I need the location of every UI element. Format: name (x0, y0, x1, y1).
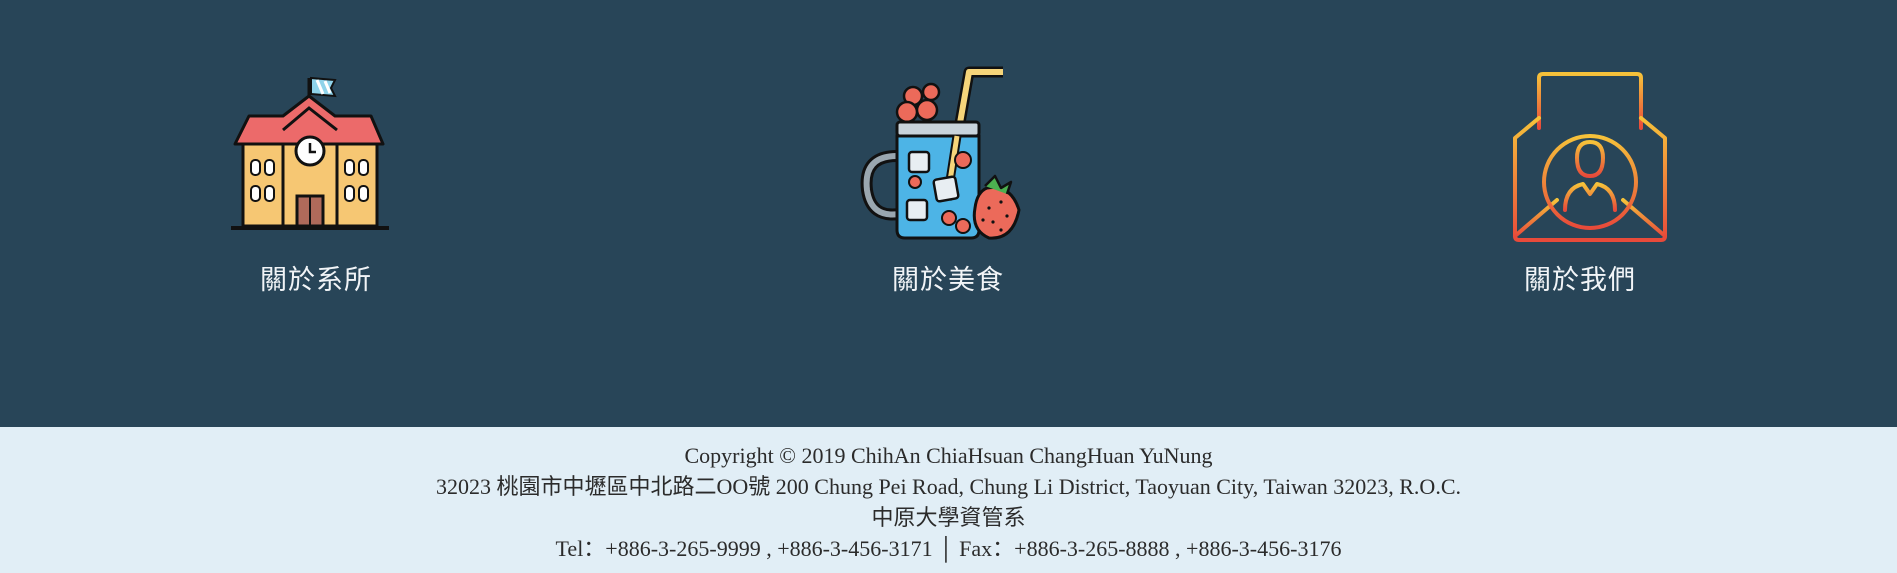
tile-label: 關於我們 (1524, 265, 1636, 296)
feature-section: 關於系所 關於美食 關於我們 (0, 0, 1897, 427)
copyright-text: Copyright © 2019 ChihAn ChiaHsuan ChangH… (684, 443, 1213, 468)
tile-label: 關於系所 (260, 265, 372, 296)
drink-jar-icon (860, 66, 1021, 240)
tile-about-us[interactable]: 關於我們 (1470, 60, 1690, 297)
tile-about-food[interactable]: 關於美食 (838, 60, 1058, 297)
school-icon (231, 76, 389, 230)
tile-label: 關於美食 (892, 265, 1004, 296)
department-text: 中原大學資管系 (871, 505, 1026, 530)
contact-letter-icon (1513, 72, 1667, 242)
address-text: 32023 桃園市中壢區中北路二OO號 200 Chung Pei Road, … (436, 474, 1461, 499)
site-footer: Copyright © 2019 ChihAn ChiaHsuan ChangH… (0, 427, 1897, 573)
phone-fax-text: Tel：+886-3-265-9999 , +886-3-456-3171 │ … (555, 536, 1342, 561)
tile-about-department[interactable]: 關於系所 (206, 60, 426, 297)
